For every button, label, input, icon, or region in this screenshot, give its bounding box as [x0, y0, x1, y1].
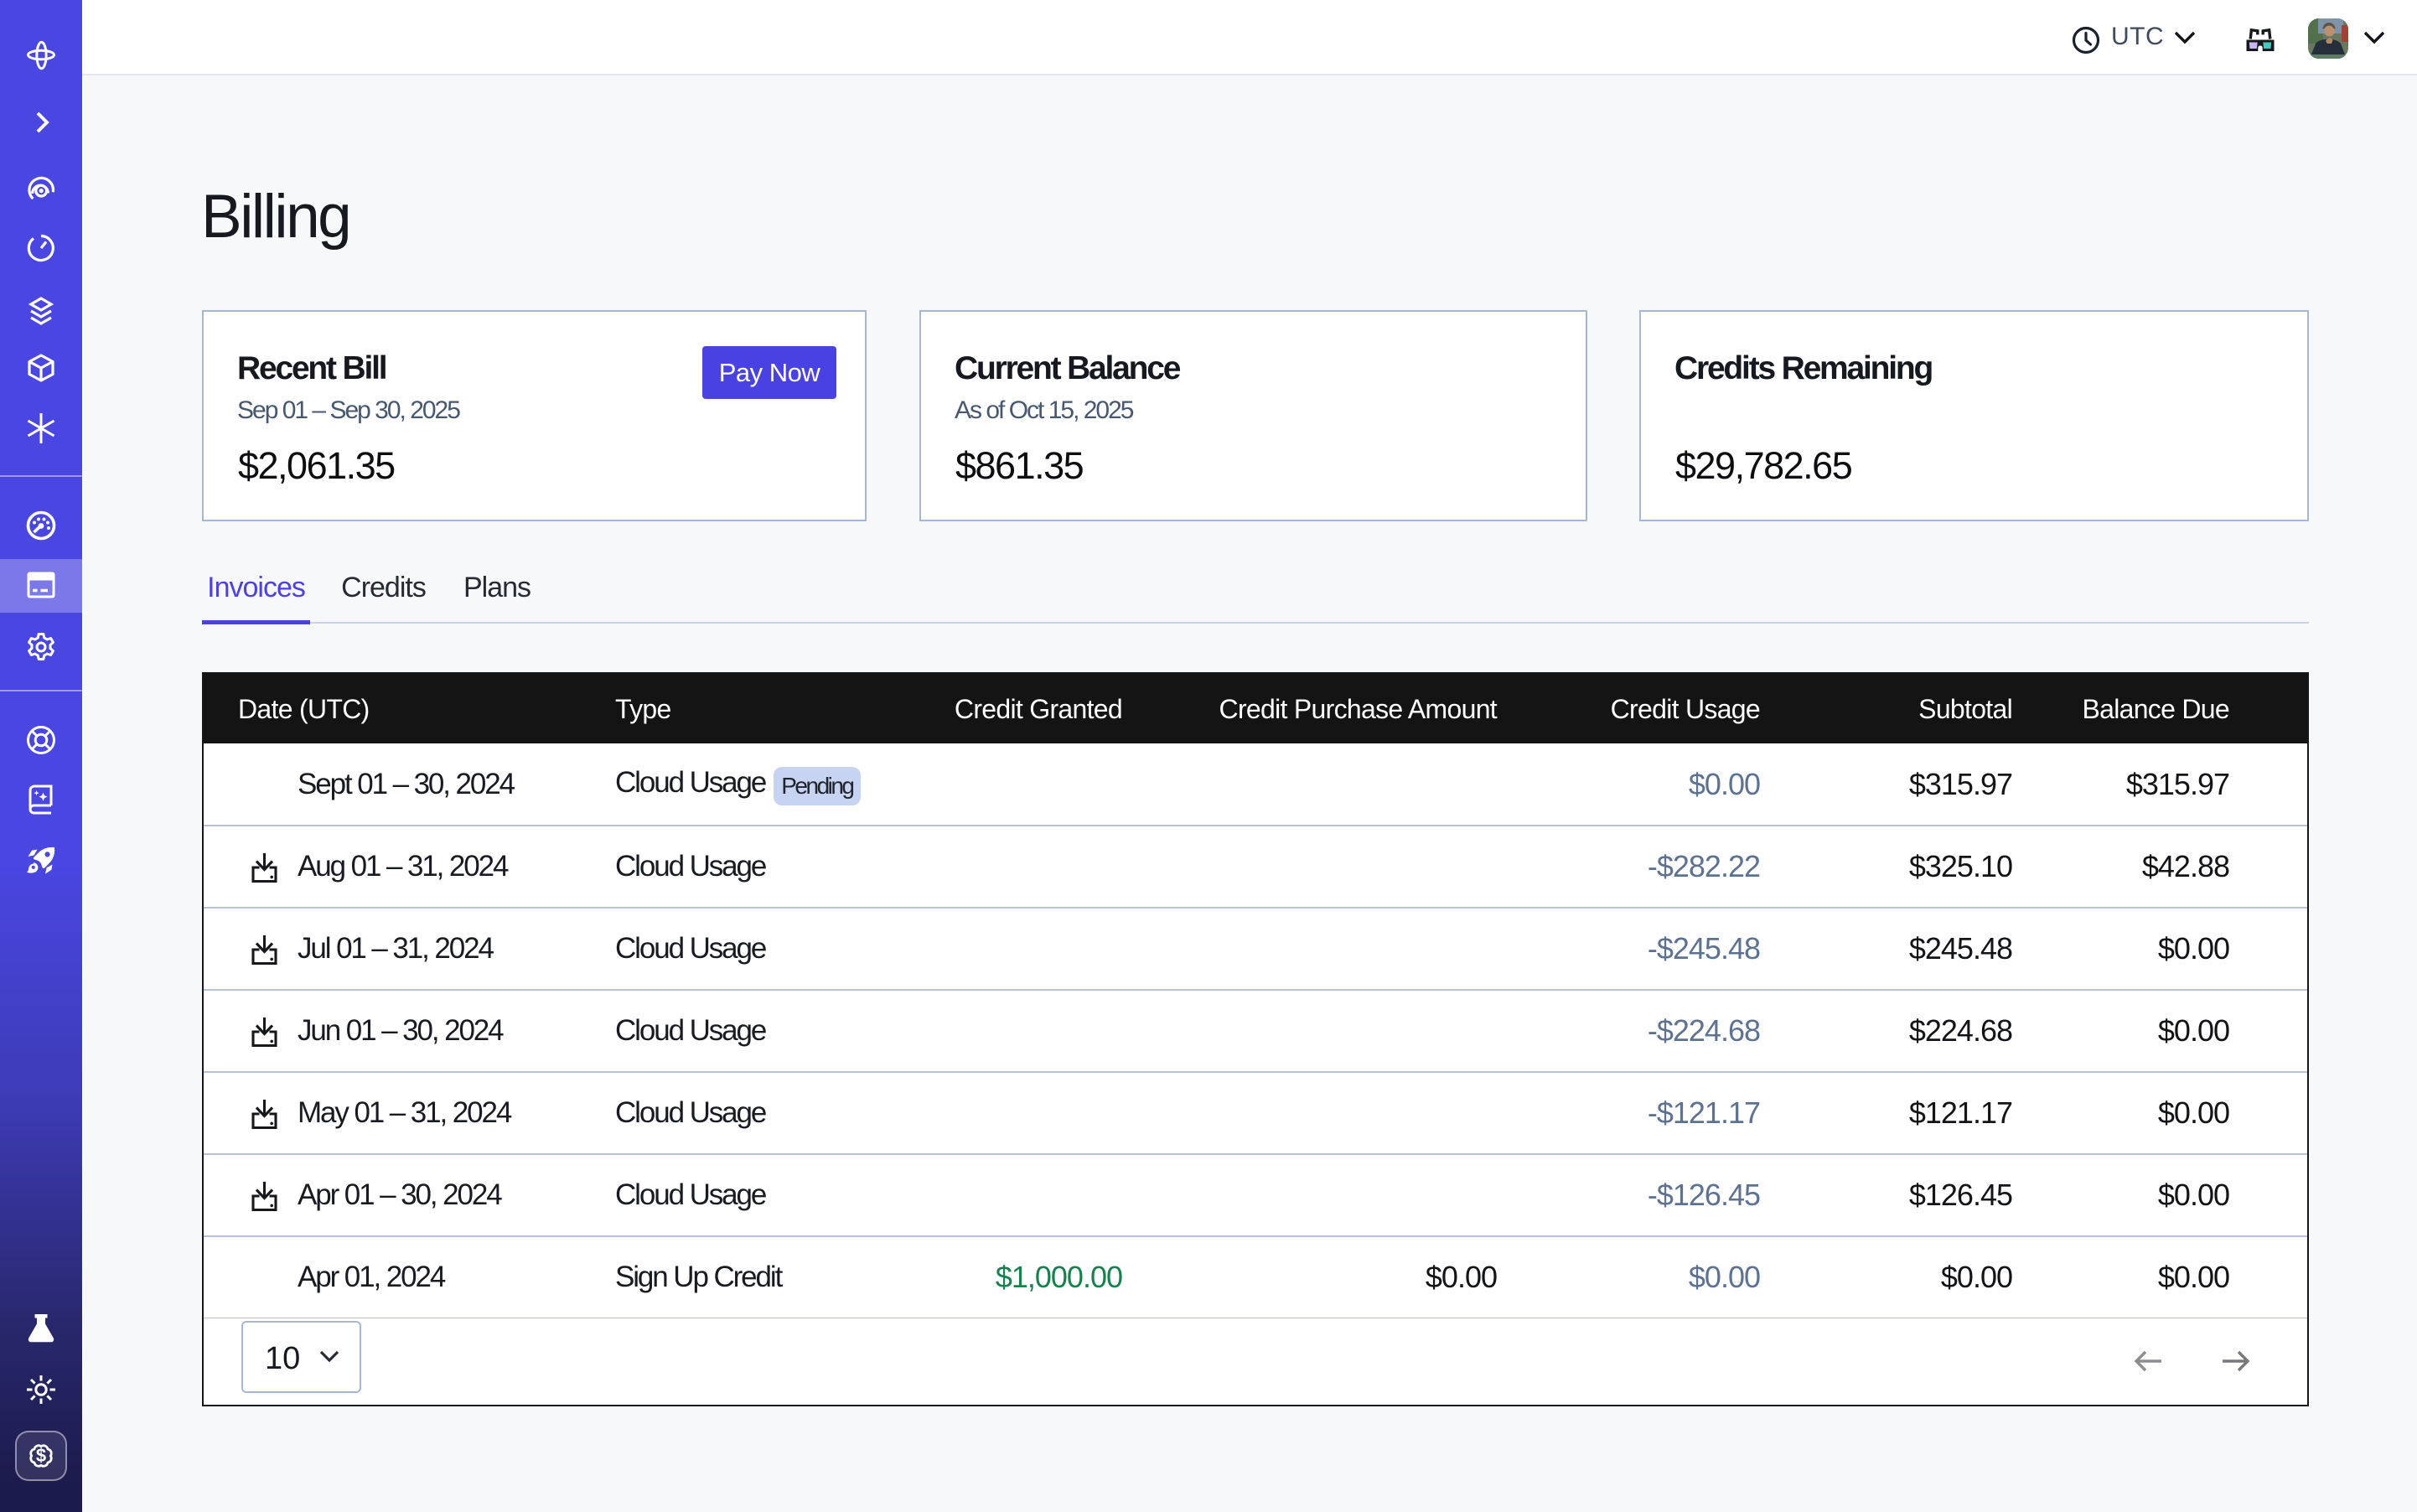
svg-text:$: $	[36, 1445, 46, 1466]
